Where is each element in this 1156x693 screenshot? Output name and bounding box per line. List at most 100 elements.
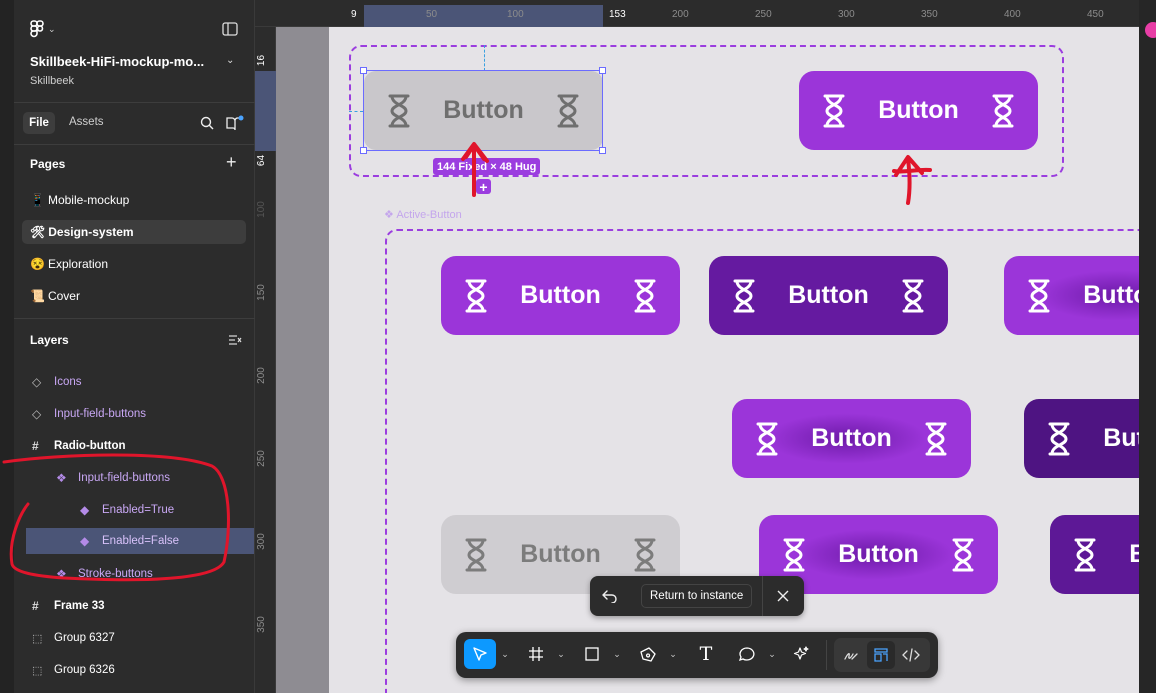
- hourglass-icon: [902, 279, 924, 312]
- move-tool-button[interactable]: [464, 639, 496, 669]
- button-variant-hover[interactable]: Button: [732, 399, 971, 478]
- hourglass-icon: [756, 422, 778, 455]
- outside-frame-area: [276, 27, 329, 693]
- file-menu-chevron-icon[interactable]: ⌄: [226, 55, 234, 66]
- group-icon: ⬚: [32, 664, 43, 677]
- text-tool-button[interactable]: T: [692, 639, 720, 669]
- button-label: Button: [1129, 540, 1139, 568]
- pen-icon: [640, 647, 656, 662]
- ruler-tick: 50: [426, 9, 438, 20]
- button-enabled-variant[interactable]: Button: [799, 71, 1038, 150]
- hourglass-icon: [634, 538, 656, 571]
- file-name[interactable]: Skillbeek-HiFi-mockup-mo...: [30, 54, 230, 69]
- mode-switcher: [834, 638, 930, 672]
- frame-icon: [529, 647, 543, 661]
- page-label: Cover: [47, 289, 80, 303]
- bottom-toolbar: ⌄ ⌄ ⌄ ⌄ T ⌄: [456, 632, 938, 678]
- sidebar-toggle-icon[interactable]: [222, 22, 238, 36]
- pen-tool-button[interactable]: [634, 639, 662, 669]
- chevron-down-icon: ⌄: [48, 23, 56, 34]
- divider: [826, 640, 827, 670]
- rectangle-icon: [585, 647, 599, 661]
- layer-label: Group 6326: [54, 664, 115, 676]
- divider: [14, 318, 255, 319]
- tab-assets[interactable]: Assets: [69, 116, 104, 128]
- avatar[interactable]: [1145, 22, 1156, 38]
- chevron-down-icon[interactable]: ⌄: [556, 639, 566, 669]
- dev-mode-button[interactable]: [897, 641, 925, 669]
- layer-label: Icons: [54, 376, 82, 388]
- chevron-down-icon[interactable]: ⌄: [668, 639, 678, 669]
- frame-icon: #: [32, 599, 39, 613]
- tab-file[interactable]: File: [23, 112, 55, 134]
- ruler-tick: 200: [672, 9, 689, 20]
- layer-label: Input-field-buttons: [54, 408, 147, 420]
- hourglass-icon: [925, 422, 947, 455]
- ruler-tick: 9: [351, 9, 357, 20]
- button-label: Button: [1083, 281, 1139, 309]
- right-panel-edge: [1139, 0, 1156, 693]
- hourglass-icon: [1028, 279, 1050, 312]
- hourglass-icon: [1048, 422, 1070, 455]
- hourglass-icon: [952, 538, 974, 571]
- design-icon: [874, 648, 888, 662]
- back-arrow-icon[interactable]: [602, 589, 618, 603]
- hourglass-icon: [1074, 538, 1096, 571]
- divider: [14, 144, 255, 145]
- main-menu-button[interactable]: ⌄: [30, 20, 56, 38]
- button-variant-pressed[interactable]: Button: [1024, 399, 1139, 478]
- layer-row[interactable]: ⬚ Group 6326: [14, 654, 254, 686]
- actions-tool-button[interactable]: [787, 639, 815, 669]
- ruler-tick: 350: [255, 616, 267, 633]
- button-label: Button: [788, 281, 869, 309]
- page-emoji: 🛠: [30, 225, 46, 239]
- button-variant-pressed[interactable]: Button: [709, 256, 948, 335]
- button-variant-pressed[interactable]: Button: [1050, 515, 1139, 594]
- spacing-guide: [349, 111, 363, 112]
- resize-handle[interactable]: [360, 147, 367, 154]
- search-icon[interactable]: [200, 116, 214, 130]
- resize-handle[interactable]: [360, 67, 367, 74]
- component-set-label: ❖ Active-Button: [384, 208, 462, 221]
- ruler-tick: 300: [255, 533, 267, 550]
- page-item[interactable]: 📜 Cover: [22, 284, 246, 308]
- divider: [14, 102, 255, 103]
- frame-tool-button[interactable]: [522, 639, 550, 669]
- button-variant-hover[interactable]: Button: [1004, 256, 1139, 335]
- ruler-selection-highlight: [364, 5, 603, 27]
- resize-handle[interactable]: [599, 147, 606, 154]
- ruler-tick: 100: [255, 201, 267, 218]
- library-icon[interactable]: [226, 115, 244, 131]
- chevron-down-icon[interactable]: ⌄: [767, 639, 777, 669]
- draw-mode-button[interactable]: [837, 641, 865, 669]
- hourglass-icon: [465, 279, 487, 312]
- divider: [762, 576, 763, 616]
- layer-row[interactable]: ◇ Input-field-buttons: [14, 398, 254, 430]
- design-mode-button[interactable]: [867, 641, 895, 669]
- page-item[interactable]: 😵 Exploration: [22, 252, 246, 276]
- add-page-icon[interactable]: +: [226, 152, 237, 173]
- chevron-down-icon[interactable]: ⌄: [500, 639, 510, 669]
- chevron-down-icon[interactable]: ⌄: [612, 639, 622, 669]
- ruler-tick: 300: [838, 9, 855, 20]
- page-emoji: 😵: [30, 257, 45, 271]
- button-variant[interactable]: Button: [441, 256, 680, 335]
- page-item[interactable]: 📱 Mobile-mockup: [22, 188, 246, 212]
- resize-handle[interactable]: [599, 67, 606, 74]
- page-item-selected[interactable]: 🛠 Design-system: [22, 220, 246, 244]
- return-to-instance-button[interactable]: Return to instance: [641, 584, 753, 608]
- ruler-tick: 153: [609, 9, 626, 20]
- comment-tool-button[interactable]: [733, 639, 761, 669]
- ruler-selection-highlight: [255, 71, 276, 151]
- design-canvas[interactable]: Button 144 Fixed × 48 Hug + Button ❖ Act…: [276, 27, 1139, 693]
- ruler-tick: 64: [256, 154, 268, 167]
- layer-row[interactable]: # Frame 33: [14, 590, 254, 622]
- page-emoji: 📜: [30, 289, 45, 303]
- layers-heading: Layers: [30, 333, 69, 347]
- collapse-layers-icon[interactable]: [228, 334, 242, 346]
- layer-row[interactable]: ◇ Icons: [14, 366, 254, 398]
- group-icon: ⬚: [32, 632, 43, 645]
- close-icon[interactable]: [777, 590, 789, 602]
- layer-row[interactable]: ⬚ Group 6327: [14, 622, 254, 654]
- shape-tool-button[interactable]: [578, 639, 606, 669]
